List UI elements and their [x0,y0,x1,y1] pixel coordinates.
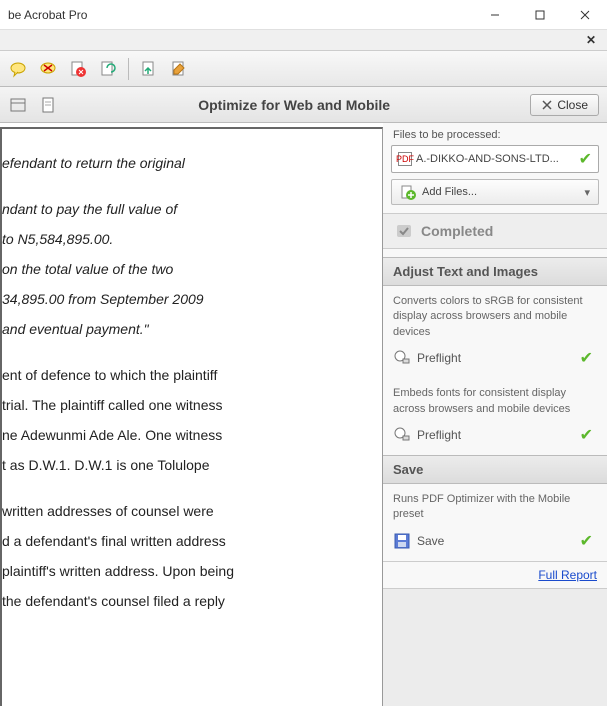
caret-down-icon: ▾ [584,186,590,199]
adjust-section-header: Adjust Text and Images [383,257,607,286]
save-row: Save ✔ [383,527,607,561]
preflight-label[interactable]: Preflight [417,351,461,365]
doc-line: t as D.W.1. D.W.1 is one Tolulope [2,451,372,479]
preflight-label[interactable]: Preflight [417,428,461,442]
side-panel: Files to be processed: PDF A.-DIKKO-AND-… [383,123,607,706]
titlebar: be Acrobat Pro [0,0,607,30]
comment-toolbar [0,51,607,87]
doc-refresh-icon[interactable] [98,59,118,79]
doc-line: to N5,584,895.00. [2,225,372,253]
panel-close-x[interactable]: ✕ [583,32,599,48]
full-report-link[interactable]: Full Report [538,568,597,582]
doc-line: d a defendant's final written address [2,527,372,555]
doc-line: efendant to return the original [2,149,372,177]
add-files-label: Add Files... [422,186,477,198]
page-icon[interactable] [38,95,58,115]
close-icon [541,99,553,111]
doc-line: ndant to pay the full value of [2,195,372,223]
doc-line: trial. The plaintiff called one witness [2,391,372,419]
close-label: Close [557,98,588,112]
completed-icon [395,222,413,240]
preflight-row-1: Preflight ✔ [383,344,607,378]
file-name: A.-DIKKO-AND-SONS-LTD... [416,153,575,165]
doc-line: plaintiff's written address. Upon being [2,557,372,585]
minimize-button[interactable] [472,0,517,30]
secondary-toolbar: ✕ [0,30,607,51]
doc-line: ent of defence to which the plaintiff [2,361,372,389]
doc-line: on the total value of the two [2,255,372,283]
panel-empty-area [383,588,607,706]
doc-line: ne Adewunmi Ade Ale. One witness [2,421,372,449]
add-file-icon [400,184,416,200]
add-files-button[interactable]: Add Files... ▾ [391,179,599,205]
check-icon: ✔ [580,348,593,368]
doc-line: written addresses of counsel were [2,497,372,525]
check-icon: ✔ [579,149,592,169]
doc-edit-icon[interactable] [169,59,189,79]
completed-label: Completed [421,223,493,239]
desc-srgb: Converts colors to sRGB for consistent d… [383,286,607,344]
file-entry[interactable]: PDF A.-DIKKO-AND-SONS-LTD... ✔ [391,145,599,173]
doc-export-icon[interactable] [139,59,159,79]
preflight-icon [393,426,411,444]
maximize-button[interactable] [517,0,562,30]
window-controls [472,0,607,30]
doc-line: and eventual payment." [2,315,372,343]
save-label[interactable]: Save [417,534,444,548]
desc-fonts: Embeds fonts for consistent display acro… [383,378,607,421]
close-window-button[interactable] [562,0,607,30]
document-view[interactable]: efendant to return the original ndant to… [0,127,383,706]
files-label: Files to be processed: [383,123,607,145]
save-desc: Runs PDF Optimizer with the Mobile prese… [383,484,607,527]
comment-bubble-icon[interactable] [8,59,28,79]
full-report-row: Full Report [383,561,607,588]
save-section-header: Save [383,455,607,484]
optimize-title: Optimize for Web and Mobile [70,97,518,113]
doc-line: the defendant's counsel filed a reply [2,587,372,615]
save-icon [393,532,411,550]
app-title: be Acrobat Pro [8,8,87,22]
close-button[interactable]: Close [530,94,599,116]
optimize-header: Optimize for Web and Mobile Close [0,87,607,123]
preflight-icon [393,349,411,367]
doc-line: 34,895.00 from September 2009 [2,285,372,313]
check-icon: ✔ [580,531,593,551]
completed-status: Completed [383,213,607,249]
comment-cancel-icon[interactable] [38,59,58,79]
doc-delete-icon[interactable] [68,59,88,79]
preflight-row-2: Preflight ✔ [383,421,607,455]
history-icon[interactable] [8,95,28,115]
pdf-icon: PDF [398,152,412,166]
separator [128,58,129,80]
check-icon: ✔ [580,425,593,445]
